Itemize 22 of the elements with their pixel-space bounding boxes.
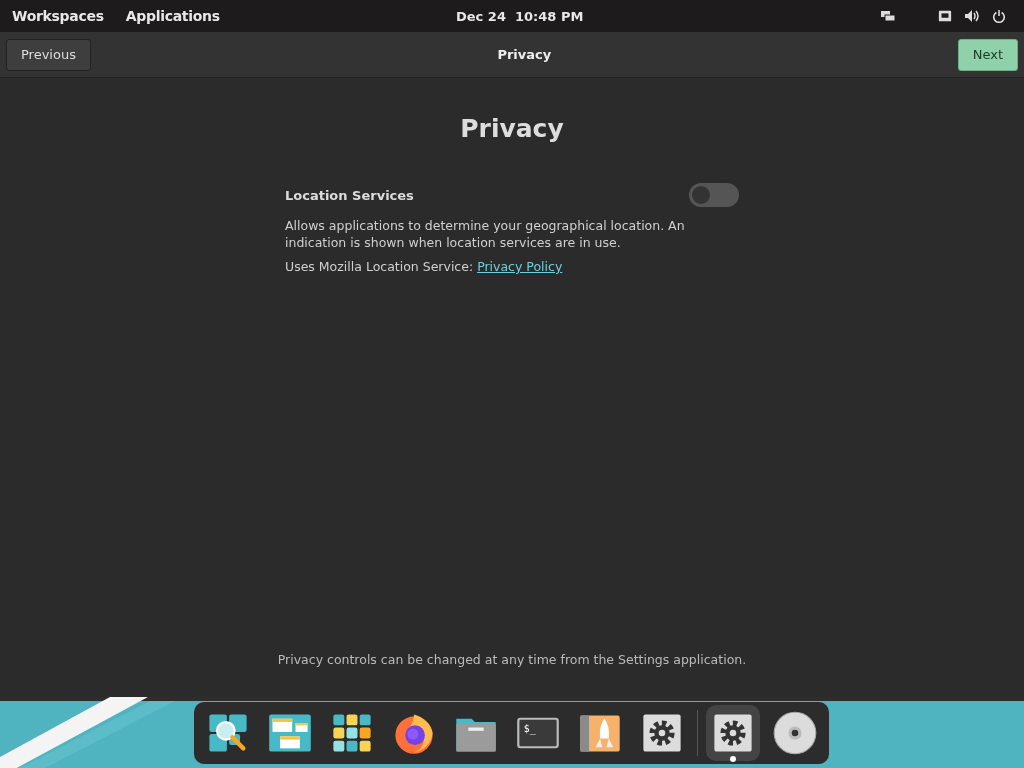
display-icon[interactable]	[880, 8, 896, 24]
setting-label: Location Services	[285, 187, 414, 203]
window-title: Privacy	[497, 47, 552, 62]
clock[interactable]: Dec 24 10:48 PM	[456, 8, 584, 24]
network-icon[interactable]	[938, 9, 952, 23]
setting-description: Allows applications to determine your geographical location. An indication is shown when location services are in use.	[285, 217, 686, 251]
footer-note: Privacy controls can be changed at any time from the Settings application.	[277, 652, 747, 667]
prompt-glyph: $_	[523, 722, 536, 734]
top-bar-menu[interactable]: Applications	[125, 8, 220, 24]
previous-button[interactable]: Previous	[6, 38, 91, 71]
power-icon[interactable]	[992, 9, 1006, 23]
disc-icon	[772, 710, 818, 756]
page-heading: Privacy	[460, 114, 564, 143]
top-bar-menu[interactable]: Workspaces	[12, 8, 104, 24]
running-indicator	[730, 756, 736, 762]
service-note: Uses Mozilla Location Service:	[285, 259, 474, 274]
toggle-switch[interactable]	[689, 183, 739, 207]
dock-item[interactable]	[706, 705, 760, 761]
next-button[interactable]: Next	[957, 38, 1018, 71]
volume-icon[interactable]	[964, 8, 980, 24]
privacy-policy-link[interactable]: Privacy Policy	[477, 259, 563, 274]
dock-item[interactable]: $_	[511, 705, 565, 761]
